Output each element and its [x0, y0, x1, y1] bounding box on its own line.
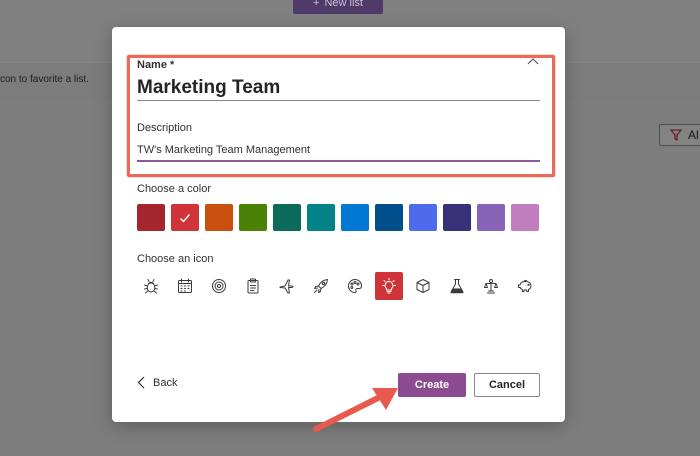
color-swatch[interactable]	[273, 204, 301, 231]
color-swatch[interactable]	[239, 204, 267, 231]
new-list-button: + New list	[293, 0, 383, 14]
flask-icon	[450, 279, 464, 294]
color-swatch[interactable]	[171, 204, 199, 231]
color-swatch[interactable]	[409, 204, 437, 231]
chevron-left-icon	[137, 376, 145, 389]
filter-button: Al	[659, 124, 700, 146]
piggy-bank-icon	[518, 279, 532, 292]
color-swatch[interactable]	[307, 204, 335, 231]
plus-icon: +	[313, 0, 320, 9]
icon-option[interactable]	[511, 272, 539, 300]
rocket-icon	[314, 279, 328, 293]
icon-option[interactable]	[375, 272, 403, 300]
choose-color-label: Choose a color	[137, 183, 211, 195]
icon-option[interactable]	[137, 272, 165, 300]
icon-option[interactable]	[409, 272, 437, 300]
new-list-dialog: Name * Marketing Team Description TW's M…	[112, 27, 565, 422]
calendar-icon	[178, 278, 192, 293]
palette-icon	[348, 279, 362, 293]
icon-option[interactable]	[205, 272, 233, 300]
filter-icon	[670, 129, 682, 141]
icon-option[interactable]	[239, 272, 267, 300]
airplane-icon	[279, 279, 294, 294]
icon-picker-list	[137, 272, 539, 300]
color-swatch[interactable]	[137, 204, 165, 231]
icon-option[interactable]	[477, 272, 505, 300]
color-swatch[interactable]	[341, 204, 369, 231]
choose-icon-label: Choose an icon	[137, 253, 214, 265]
clipboard-icon	[247, 278, 259, 294]
create-button[interactable]: Create	[398, 373, 466, 397]
favorite-hint-text: con to favorite a list.	[0, 74, 89, 85]
color-swatch[interactable]	[375, 204, 403, 231]
bug-icon	[144, 279, 158, 294]
color-swatch[interactable]	[477, 204, 505, 231]
color-swatch[interactable]	[511, 204, 539, 231]
cube-icon	[416, 279, 430, 293]
icon-option[interactable]	[273, 272, 301, 300]
annotation-highlight-box	[127, 55, 555, 177]
icon-option[interactable]	[341, 272, 369, 300]
cancel-button[interactable]: Cancel	[474, 373, 540, 397]
back-button[interactable]: Back	[137, 376, 177, 389]
filter-label: Al	[688, 128, 699, 142]
annotation-arrow	[313, 388, 398, 432]
icon-option[interactable]	[307, 272, 335, 300]
new-list-label: New list	[324, 0, 363, 9]
checkmark-icon	[180, 213, 191, 223]
color-swatch[interactable]	[443, 204, 471, 231]
color-swatch-list	[137, 204, 539, 231]
color-swatch[interactable]	[205, 204, 233, 231]
icon-option[interactable]	[171, 272, 199, 300]
lightbulb-icon	[382, 278, 396, 294]
balance-icon	[484, 279, 498, 294]
icon-option[interactable]	[443, 272, 471, 300]
target-icon	[212, 279, 226, 293]
back-label: Back	[153, 376, 178, 389]
